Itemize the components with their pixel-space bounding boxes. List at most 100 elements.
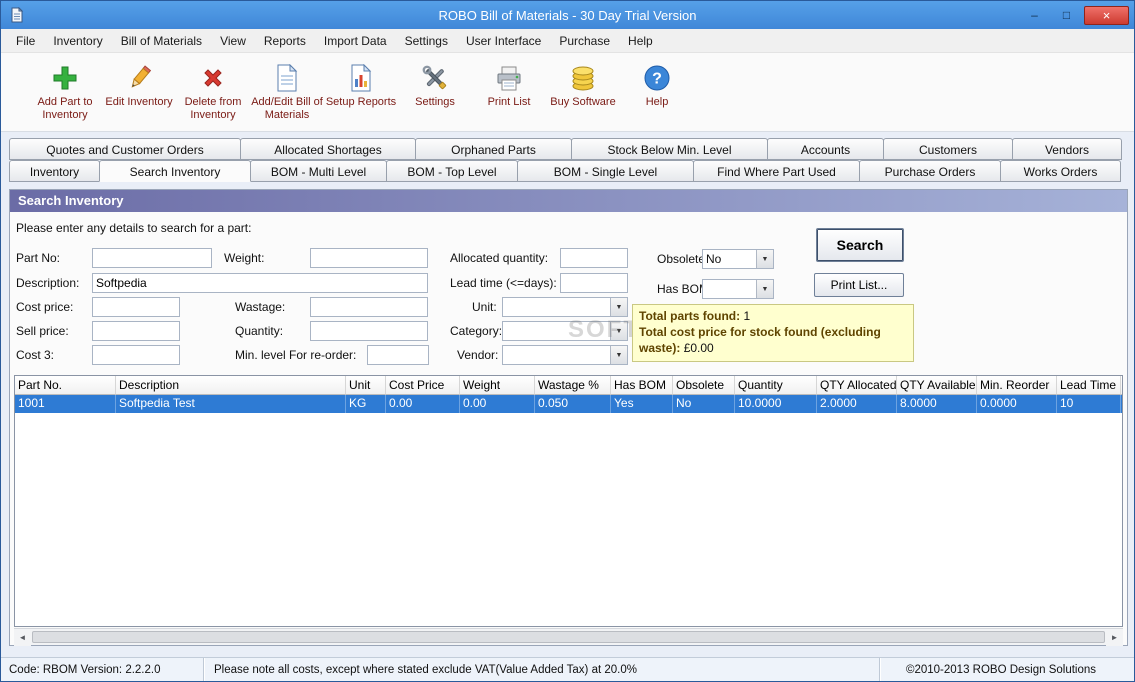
scrollbar-thumb[interactable] [32, 631, 1105, 643]
tab-works-orders[interactable]: Works Orders [1000, 160, 1121, 182]
menu-view[interactable]: View [211, 30, 255, 52]
sell-price-input[interactable] [92, 321, 180, 341]
close-button[interactable]: × [1084, 5, 1129, 25]
add-part-to-inventory-button[interactable]: Add Part to Inventory [28, 60, 102, 121]
chevron-down-icon: ▼ [756, 280, 773, 298]
printer-icon [495, 60, 523, 92]
tab-customers[interactable]: Customers [883, 138, 1013, 160]
menu-bill-of-materials[interactable]: Bill of Materials [112, 30, 211, 52]
weight-input[interactable] [310, 248, 428, 268]
lead-time-input[interactable] [560, 273, 628, 293]
column-header-min-reorder[interactable]: Min. Reorder [977, 376, 1057, 395]
menu-help[interactable]: Help [619, 30, 662, 52]
column-header-unit[interactable]: Unit [346, 376, 386, 395]
tab-bom-single-level[interactable]: BOM - Single Level [517, 160, 694, 182]
has-bom-select[interactable]: ▼ [702, 279, 774, 299]
help-button[interactable]: ? Help [620, 60, 694, 109]
search-summary-box: Total parts found: 1 Total cost price fo… [632, 304, 914, 362]
tab-inventory[interactable]: Inventory [9, 160, 100, 182]
tab-allocated-shortages[interactable]: Allocated Shortages [240, 138, 416, 160]
add-edit-bill-of-materials-button[interactable]: Add/Edit Bill of Materials [250, 60, 324, 121]
obsolete-value: No [706, 252, 722, 266]
unit-label: Unit: [472, 300, 497, 314]
min-level-input[interactable] [367, 345, 429, 365]
buy-software-button[interactable]: Buy Software [546, 60, 620, 109]
tab-stock-below-min-level[interactable]: Stock Below Min. Level [571, 138, 768, 160]
column-header-weight[interactable]: Weight [460, 376, 535, 395]
column-header-description[interactable]: Description [116, 376, 346, 395]
tools-icon [421, 60, 449, 92]
table-row-selected[interactable]: 1001 Softpedia Test KG 0.00 0.00 0.050 Y… [15, 395, 1122, 413]
edit-inventory-button[interactable]: Edit Inventory [102, 60, 176, 109]
menu-file[interactable]: File [7, 30, 44, 52]
search-form: Please enter any details to search for a… [10, 212, 1127, 375]
column-header-cost-price[interactable]: Cost Price [386, 376, 460, 395]
menu-user-interface[interactable]: User Interface [457, 30, 550, 52]
total-parts-found-value: 1 [743, 309, 751, 323]
maximize-button[interactable]: □ [1052, 6, 1081, 25]
menu-import-data[interactable]: Import Data [315, 30, 396, 52]
tab-vendors[interactable]: Vendors [1012, 138, 1122, 160]
toolbar-label: Buy Software [550, 96, 616, 108]
description-label: Description: [16, 276, 80, 290]
window-title: ROBO Bill of Materials - 30 Day Trial Ve… [438, 7, 697, 23]
chevron-down-icon: ▼ [610, 346, 627, 364]
tab-bom-top-level[interactable]: BOM - Top Level [386, 160, 518, 182]
tab-accounts[interactable]: Accounts [767, 138, 884, 160]
part-no-label: Part No: [16, 251, 61, 265]
app-window: ROBO Bill of Materials - 30 Day Trial Ve… [0, 0, 1135, 682]
obsolete-label: Obsolete: [657, 252, 709, 266]
menu-purchase[interactable]: Purchase [550, 30, 619, 52]
tab-quotes-and-customer-orders[interactable]: Quotes and Customer Orders [9, 138, 241, 160]
column-header-lead-time[interactable]: Lead Time [1057, 376, 1121, 395]
column-header-part-no[interactable]: Part No. [15, 376, 116, 395]
allocated-quantity-input[interactable] [560, 248, 628, 268]
scroll-right-icon[interactable]: ► [1106, 628, 1123, 646]
tab-orphaned-parts[interactable]: Orphaned Parts [415, 138, 572, 160]
column-header-qty-available[interactable]: QTY Available [897, 376, 977, 395]
quantity-input[interactable] [310, 321, 428, 341]
tab-strip: Quotes and Customer Orders Allocated Sho… [9, 138, 1128, 182]
wastage-input[interactable] [310, 297, 428, 317]
description-input[interactable] [92, 273, 428, 293]
column-header-qty-allocated[interactable]: QTY Allocated [817, 376, 897, 395]
tab-row-1: Quotes and Customer Orders Allocated Sho… [9, 138, 1128, 160]
cost-3-label: Cost 3: [16, 348, 55, 362]
column-header-obsolete[interactable]: Obsolete [673, 376, 735, 395]
menu-inventory[interactable]: Inventory [44, 30, 111, 52]
search-button[interactable]: Search [816, 228, 904, 262]
tab-find-where-part-used[interactable]: Find Where Part Used [693, 160, 860, 182]
tab-search-inventory[interactable]: Search Inventory [99, 160, 251, 182]
horizontal-scrollbar[interactable]: ◄ ► [14, 628, 1123, 646]
column-header-has-bom[interactable]: Has BOM [611, 376, 673, 395]
print-list-dialog-button[interactable]: Print List... [814, 273, 904, 297]
obsolete-select[interactable]: No ▼ [702, 249, 774, 269]
status-vat-note: Please note all costs, except where stat… [204, 658, 880, 681]
quantity-label: Quantity: [235, 324, 284, 338]
menu-settings[interactable]: Settings [396, 30, 457, 52]
delete-from-inventory-button[interactable]: Delete from Inventory [176, 60, 250, 121]
print-list-button[interactable]: Print List [472, 60, 546, 109]
cell-filler [1121, 395, 1122, 413]
toolbar-label: Edit Inventory [105, 96, 173, 108]
chevron-down-icon: ▼ [610, 298, 627, 316]
menu-reports[interactable]: Reports [255, 30, 315, 52]
settings-button[interactable]: Settings [398, 60, 472, 109]
column-header-wastage[interactable]: Wastage % [535, 376, 611, 395]
cost-price-input[interactable] [92, 297, 180, 317]
setup-reports-button[interactable]: Setup Reports [324, 60, 398, 109]
column-header-quantity[interactable]: Quantity [735, 376, 817, 395]
vendor-label: Vendor: [457, 348, 499, 362]
cell-weight: 0.00 [460, 395, 535, 413]
plus-icon [51, 60, 79, 92]
part-no-input[interactable] [92, 248, 212, 268]
cost-3-input[interactable] [92, 345, 180, 365]
scroll-left-icon[interactable]: ◄ [14, 628, 31, 646]
tab-purchase-orders[interactable]: Purchase Orders [859, 160, 1001, 182]
vendor-select[interactable]: ▼ [502, 345, 628, 365]
minimize-button[interactable]: – [1020, 6, 1049, 25]
tab-bom-multi-level[interactable]: BOM - Multi Level [250, 160, 387, 182]
unit-select[interactable]: ▼ [502, 297, 628, 317]
cell-cost-price: 0.00 [386, 395, 460, 413]
total-parts-found-line: Total parts found: 1 [639, 308, 907, 324]
